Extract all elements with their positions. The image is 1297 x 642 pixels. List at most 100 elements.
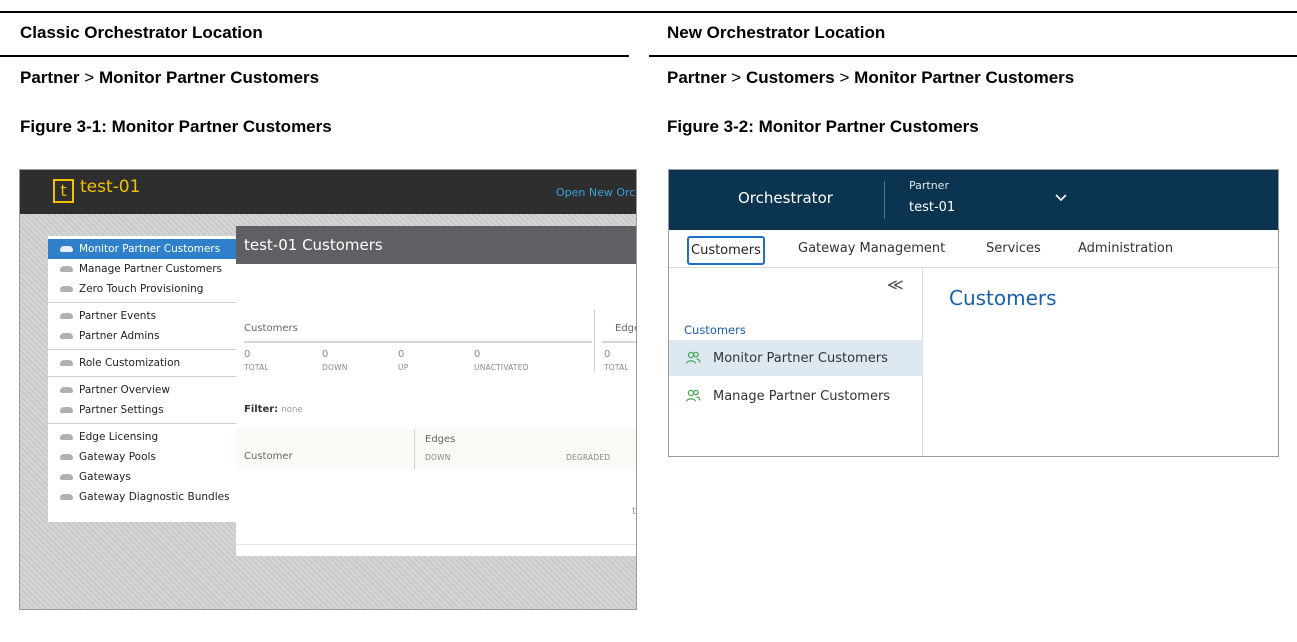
cloud-icon — [60, 407, 73, 413]
open-new-orchestrator-link[interactable]: Open New Orch — [556, 186, 636, 199]
column-edges: Edges — [425, 434, 456, 445]
path-separator: > — [731, 68, 742, 87]
cloud-icon — [60, 313, 73, 319]
cloud-icon — [60, 246, 73, 252]
summary-underline — [244, 341, 592, 343]
classic-column-header: Classic Orchestrator Location — [20, 23, 263, 42]
nav-item-label: Gateway Diagnostic Bundles — [79, 491, 230, 503]
stat-value: 0 — [398, 349, 405, 360]
stat-label: UNACTIVATED — [474, 363, 529, 372]
truncated-text: t — [632, 506, 636, 517]
nav-item-gateway-diagnostic-bundles[interactable]: Gateway Diagnostic Bundles — [48, 487, 244, 507]
path-separator: > — [84, 68, 95, 87]
cloud-icon — [60, 454, 73, 460]
nav-item-zero-touch-provisioning[interactable]: Zero Touch Provisioning — [48, 279, 244, 299]
cloud-icon — [60, 474, 73, 480]
column-degraded: DEGRADED — [566, 453, 611, 462]
nav-item-label: Role Customization — [79, 357, 181, 369]
users-icon — [685, 351, 701, 364]
nav-item-edge-licensing[interactable]: Edge Licensing — [48, 427, 244, 447]
filter-row: Filter: none — [244, 404, 303, 415]
nav-item-monitor-partner-customers[interactable]: Monitor Partner Customers — [48, 239, 244, 259]
top-rule — [0, 11, 1297, 13]
sidebar-item-label: Manage Partner Customers — [713, 388, 891, 404]
nav-group: Edge Licensing Gateway Pools Gateways Ga… — [48, 424, 244, 510]
nav-item-partner-settings[interactable]: Partner Settings — [48, 400, 244, 420]
classic-figure-caption: Figure 3-1: Monitor Partner Customers — [20, 117, 332, 136]
collapse-icon[interactable]: ≪ — [887, 275, 904, 294]
classic-header-rule — [0, 55, 629, 57]
nav-item-partner-admins[interactable]: Partner Admins — [48, 326, 244, 346]
header-divider — [884, 181, 885, 219]
new-nav-path: Partner > Customers > Monitor Partner Cu… — [667, 68, 1074, 88]
nav-item-label: Partner Events — [79, 310, 157, 322]
new-screenshot: Orchestrator Partner test-01 Customers G… — [668, 169, 1279, 457]
nav-item-label: Zero Touch Provisioning — [79, 283, 204, 295]
cloud-icon — [60, 286, 73, 292]
tab-services[interactable]: Services — [986, 241, 1041, 256]
nav-item-role-customization[interactable]: Role Customization — [48, 353, 244, 373]
nav-item-label: Monitor Partner Customers — [79, 243, 221, 255]
nav-group: Monitor Partner Customers Manage Partner… — [48, 236, 244, 303]
tab-administration[interactable]: Administration — [1078, 241, 1173, 256]
summary-divider — [594, 310, 595, 372]
cloud-icon — [60, 360, 73, 366]
classic-main-panel: test-01 Customers Customers Edges 0 TOTA… — [236, 226, 636, 556]
column-customer: Customer — [244, 451, 293, 462]
classic-top-bar: t test-01 Open New Orch — [20, 170, 636, 214]
new-header-rule — [649, 55, 1297, 57]
nav-item-label: Partner Overview — [79, 384, 170, 396]
nav-item-label: Manage Partner Customers — [79, 263, 223, 275]
new-sidebar: ≪ Customers Monitor Partner Customers Ma… — [669, 268, 923, 456]
path-separator: > — [839, 68, 850, 87]
table-footer-line — [236, 544, 636, 545]
partner-selector[interactable]: test-01 — [909, 200, 955, 215]
column-down: DOWN — [425, 453, 451, 462]
nav-group: Role Customization — [48, 350, 244, 377]
stat-label: UP — [398, 363, 409, 372]
sidebar-item-manage-partner-customers[interactable]: Manage Partner Customers — [669, 378, 923, 414]
classic-partner-title: test-01 — [80, 177, 141, 197]
filter-label: Filter: — [244, 404, 279, 415]
nav-item-gateway-pools[interactable]: Gateway Pools — [48, 447, 244, 467]
stat-value: 0 — [474, 349, 481, 360]
partner-label: Partner — [909, 179, 949, 192]
users-icon — [685, 389, 701, 402]
cloud-icon — [60, 333, 73, 339]
sidebar-section-heading: Customers — [684, 323, 746, 337]
nav-item-label: Gateways — [79, 471, 131, 483]
tab-customers[interactable]: Customers — [687, 236, 765, 265]
summary-underline — [602, 341, 636, 343]
new-column-header: New Orchestrator Location — [667, 23, 886, 42]
path-part: Monitor Partner Customers — [98, 68, 320, 87]
stat-label: DOWN — [322, 363, 348, 372]
nav-item-label: Edge Licensing — [79, 431, 159, 443]
classic-screenshot: t test-01 Open New Orch Monitor Partner … — [19, 169, 637, 610]
chevron-down-icon[interactable] — [1055, 194, 1067, 202]
tab-gateway-management[interactable]: Gateway Management — [798, 241, 945, 256]
nav-item-gateways[interactable]: Gateways — [48, 467, 244, 487]
cloud-icon — [60, 494, 73, 500]
top-nav-tabs: Customers Gateway Management Services Ad… — [669, 230, 1278, 268]
nav-item-partner-events[interactable]: Partner Events — [48, 306, 244, 326]
stat-value: 0 — [244, 349, 251, 360]
nav-group: Partner Events Partner Admins — [48, 303, 244, 350]
path-part: Partner — [667, 68, 727, 87]
nav-item-manage-partner-customers[interactable]: Manage Partner Customers — [48, 259, 244, 279]
stat-label: TOTAL — [244, 363, 269, 372]
cloud-icon — [60, 387, 73, 393]
sidebar-item-monitor-partner-customers[interactable]: Monitor Partner Customers — [669, 340, 923, 376]
partner-logo: t — [53, 179, 74, 203]
content-title: Customers — [949, 286, 1057, 310]
new-figure-caption: Figure 3-2: Monitor Partner Customers — [667, 117, 979, 136]
nav-item-label: Gateway Pools — [79, 451, 156, 463]
orchestrator-brand: Orchestrator — [738, 189, 833, 207]
nav-item-label: Partner Settings — [79, 404, 164, 416]
stat-value: 0 — [322, 349, 329, 360]
cloud-icon — [60, 434, 73, 440]
column-divider — [414, 429, 415, 469]
stat-value: 0 — [604, 349, 611, 360]
path-part: Customers — [745, 68, 835, 87]
nav-item-partner-overview[interactable]: Partner Overview — [48, 380, 244, 400]
filter-value[interactable]: none — [281, 405, 302, 415]
